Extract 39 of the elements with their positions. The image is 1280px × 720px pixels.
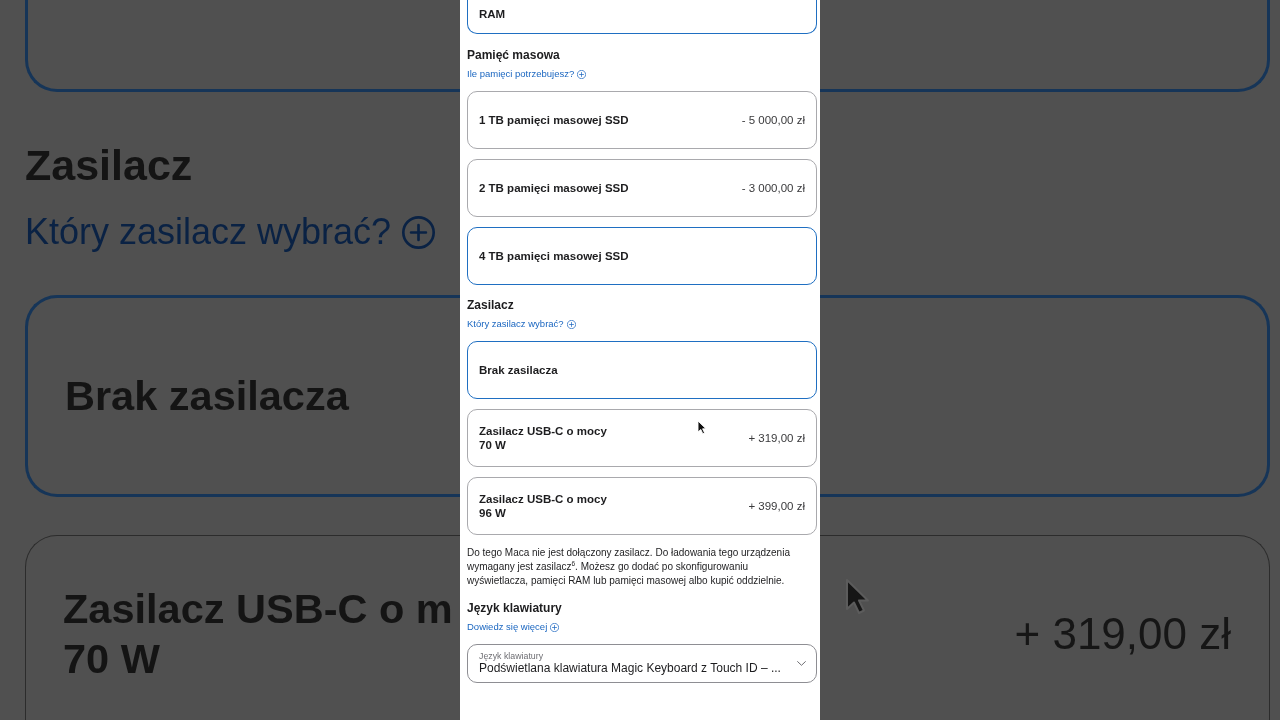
option-label: Zasilacz USB-C o mocy 70 W xyxy=(479,424,607,452)
option-price: + 319,00 zł xyxy=(1014,609,1231,659)
option-label: Zasilacz USB-C o m 70 W xyxy=(63,584,453,684)
cursor-icon xyxy=(697,420,707,435)
option-card[interactable]: Zasilacz USB-C o mocy 96 W + 399,00 zł xyxy=(467,477,817,535)
help-link[interactable]: Ile pamięci potrzebujesz? xyxy=(467,68,587,80)
option-label: Zasilacz USB-C o mocy 96 W xyxy=(479,492,607,520)
option-label: 2 TB pamięci masowej SSD xyxy=(479,181,629,195)
plus-circle-icon xyxy=(402,215,436,249)
option-label: 4 TB pamięci masowej SSD xyxy=(479,249,629,263)
option-card[interactable]: 2 TB pamięci masowej SSD - 3 000,00 zł xyxy=(467,159,817,217)
help-link[interactable]: Dowiedz się więcej xyxy=(467,621,560,633)
option-card[interactable]: Zasilacz USB-C o mocy 70 W + 319,00 zł xyxy=(467,409,817,467)
help-link[interactable]: Który zasilacz wybrać? xyxy=(467,318,576,330)
keyboard-select[interactable]: Język klawiatury Podświetlana klawiatura Magic Keyboard z Touch ID – ... xyxy=(467,644,817,683)
plus-circle-icon xyxy=(577,69,587,79)
option-price: + 319,00 zł xyxy=(748,431,805,445)
option-label: Brak zasilacza xyxy=(479,363,558,377)
section-heading: Pamięć masowa xyxy=(467,47,560,63)
option-price: + 399,00 zł xyxy=(748,499,805,513)
section-heading: Język klawiatury xyxy=(467,600,562,616)
info-note: Do tego Maca nie jest dołączony zasilacz. Do ładowania tego urządzenia wymagany jest zasilacz$^{6}$. Możesz go dodać po skonfigurowaniu wyświetlacza, pamięci RAM lub pamięci masowej albo kupić oddzielnie. xyxy=(467,546,791,588)
option-label: RAM xyxy=(479,7,506,21)
option-label: Brak zasilacza xyxy=(65,371,349,421)
option-card[interactable]: Brak zasilacza xyxy=(467,341,817,399)
option-price: - 5 000,00 zł xyxy=(741,113,805,127)
select-label: Język klawiatury xyxy=(479,651,544,661)
option-card[interactable]: 4 TB pamięci masowej SSD xyxy=(467,227,817,285)
option-card[interactable]: 1 TB pamięci masowej SSD - 5 000,00 zł xyxy=(467,91,817,149)
option-card[interactable]: RAM xyxy=(467,0,817,34)
chevron-down-icon xyxy=(797,661,806,666)
option-price: - 3 000,00 zł xyxy=(741,181,805,195)
section-heading: Zasilacz xyxy=(25,140,193,191)
plus-circle-icon xyxy=(550,622,560,632)
option-label: 1 TB pamięci masowej SSD xyxy=(479,113,629,127)
plus-circle-icon xyxy=(566,319,576,329)
select-value: Podświetlana klawiatura Magic Keyboard z Touch ID – ... xyxy=(479,661,781,676)
section-heading: Zasilacz xyxy=(467,297,514,313)
cursor-icon xyxy=(845,578,871,616)
